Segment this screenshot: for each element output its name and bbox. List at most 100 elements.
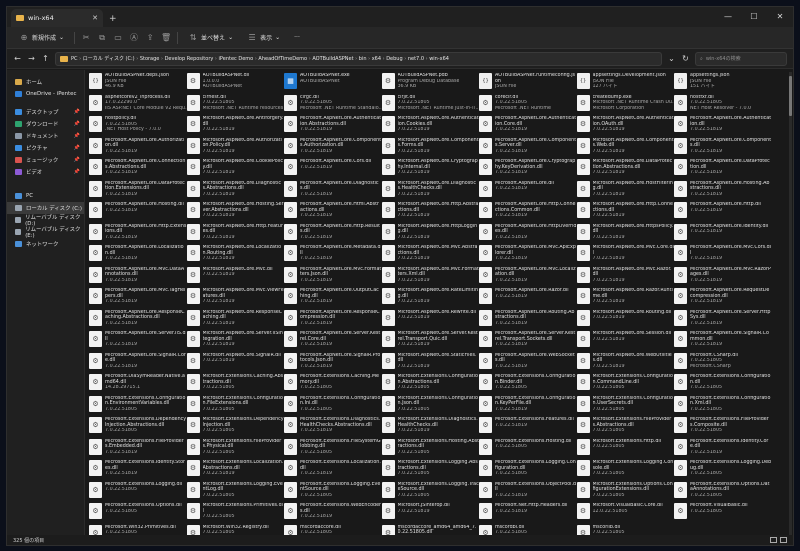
- file-item[interactable]: ⚙ Microsoft.Extensions.FileProviders.Phys…: [186, 438, 285, 460]
- file-item[interactable]: ⚙ Microsoft.Extensions.Configuration.File…: [186, 395, 285, 417]
- file-item[interactable]: ⚙ Microsoft.Extensions.Configuration.Envi…: [89, 395, 187, 417]
- file-item[interactable]: ⚙ Microsoft.AspNetCore.Mvc.Formatters.Jso…: [284, 266, 382, 288]
- file-item[interactable]: ⚙ Microsoft.AspNetCore.Authentication.Abs…: [284, 115, 382, 137]
- tab-win-x64[interactable]: win-x64 ✕: [11, 9, 103, 27]
- file-item[interactable]: ⚙ Microsoft.Extensions.ObjectPool.dll 7.0.…: [479, 481, 577, 503]
- file-item[interactable]: ⚙ Microsoft.Extensions.Configuration.Json…: [381, 395, 480, 417]
- breadcrumb-item[interactable]: iPentec Demo: [219, 56, 254, 62]
- file-item[interactable]: ⚙ Microsoft.AspNetCore.DataProtection.Ext…: [89, 180, 187, 202]
- file-item[interactable]: ⚙ Microsoft.Extensions.Features.dll 7.0.22…: [479, 416, 577, 438]
- file-item[interactable]: ⚙ hostpolicy.dll 7.0.22.51805 .NET Host Pol…: [89, 115, 187, 137]
- file-item[interactable]: ⚙ Microsoft.AspNetCore.Components.Server.…: [479, 137, 577, 159]
- file-item[interactable]: ⚙ Microsoft.DiaSymReader.Native.amd64.dll…: [89, 373, 187, 395]
- pin-icon[interactable]: 📌: [74, 145, 80, 151]
- file-item[interactable]: ⚙ Microsoft.AspNetCore.Components.Forms.d…: [381, 137, 480, 159]
- file-item[interactable]: ⚙ Microsoft.AspNetCore.Mvc.ApiExplorer.dl…: [479, 244, 577, 266]
- file-item[interactable]: ⚙ Microsoft.AspNetCore.Session.dll 7.0.22.…: [576, 330, 675, 352]
- file-item[interactable]: ⚙ clrgc.dll 7.0.22.51805 Microsoft .NET Run…: [284, 94, 382, 116]
- file-item[interactable]: ⚙ Microsoft.AspNetCore.Components.Web.dll…: [576, 137, 675, 159]
- file-item[interactable]: ⚙ Microsoft.Extensions.Logging.Console.dl…: [576, 459, 675, 481]
- file-item[interactable]: ⚙ Microsoft.Extensions.FileProviders.Abst…: [576, 416, 675, 438]
- file-item[interactable]: ⚙ Microsoft.Net.Http.Headers.dll 7.0.22.51…: [479, 502, 577, 524]
- file-item[interactable]: ⚙ Microsoft.Extensions.WebEncoders.dll 7.0…: [284, 502, 382, 524]
- scrollbar-thumb[interactable]: [789, 76, 792, 116]
- nav-item-documents[interactable]: ドキュメント 📌: [7, 130, 84, 142]
- file-item[interactable]: ⚙ createdump.exe Microsoft .NET Runtime Cr…: [576, 94, 674, 116]
- nav-item-network[interactable]: ネットワーク: [7, 238, 84, 250]
- file-item[interactable]: {} appsettings.Development.json JSON File 1…: [576, 72, 675, 94]
- breadcrumb-item[interactable]: Storage: [140, 56, 160, 62]
- file-item[interactable]: ⚙ Microsoft.AspNetCore.Cryptography.KeyDe…: [479, 158, 577, 180]
- file-item[interactable]: ⚙ Microsoft.AspNetCore.HttpOverrides.dll 7…: [479, 223, 577, 245]
- rename-icon[interactable]: Ⓐ: [129, 33, 139, 43]
- more-options-button[interactable]: ···: [290, 32, 304, 43]
- file-item[interactable]: ⚙ Microsoft.AspNetCore.HostFiltering.dll 7…: [576, 180, 675, 202]
- breadcrumb-item[interactable]: ローカル ディスク (C:): [83, 56, 135, 62]
- file-item[interactable]: ⚙ Microsoft.Extensions.Logging.TraceSourc…: [381, 481, 480, 503]
- file-item[interactable]: ⚙ Microsoft.Extensions.Localization.dll 7.…: [284, 459, 382, 481]
- file-item[interactable]: ⚙ Microsoft.CSharp.dll 7.0.22.51805 Microso…: [674, 352, 772, 374]
- file-item[interactable]: ⚙ Microsoft.Extensions.Configuration.Comm…: [576, 373, 675, 395]
- file-item[interactable]: ⚙ mscordbi.dll 7.0.22.51805: [479, 524, 577, 535]
- breadcrumb-item[interactable]: win-x64: [429, 56, 449, 62]
- file-item[interactable]: ⚙ Microsoft.Extensions.Http.dll 7.0.22.518…: [576, 438, 675, 460]
- file-item[interactable]: ⚙ Microsoft.AspNetCore.Routing.Abstractio…: [479, 309, 577, 331]
- file-item[interactable]: ⚙ Microsoft.AspNetCore.Server.Kestrel.Tra…: [479, 330, 577, 352]
- file-item[interactable]: ⚙ Microsoft.AspNetCore.DataProtection.dll…: [674, 158, 772, 180]
- delete-icon[interactable]: 🗑: [161, 33, 171, 43]
- nav-item-videos[interactable]: ビデオ 📌: [7, 166, 84, 178]
- breadcrumb-item[interactable]: Develop Repository: [165, 56, 214, 62]
- file-item[interactable]: ⚙ Microsoft.AspNetCore.Server.IISIntegrat…: [186, 330, 285, 352]
- pin-icon[interactable]: 📌: [74, 109, 80, 115]
- file-item[interactable]: ⚙ Microsoft.VisualBasic.dll 7.0.22.51805: [674, 502, 772, 524]
- file-item[interactable]: ⚙ Microsoft.AspNetCore.Http.Connections.C…: [479, 201, 577, 223]
- close-window-button[interactable]: ✕: [767, 7, 793, 25]
- file-item[interactable]: ⚙ Microsoft.AspNetCore.Cors.dll 7.0.22.518…: [284, 158, 382, 180]
- breadcrumb-item[interactable]: Debug: [386, 56, 402, 62]
- file-item[interactable]: ⚙ Microsoft.Extensions.Logging.dll 7.0.22.…: [89, 481, 187, 503]
- nav-item-onedrive[interactable]: OneDrive - iPentec: [7, 88, 84, 100]
- file-item[interactable]: ⚙ Microsoft.Extensions.Configuration.dll 7…: [674, 373, 772, 395]
- file-item[interactable]: ⚙ Microsoft.AspNetCore.Authorization.Poli…: [186, 137, 285, 159]
- file-item[interactable]: ⚙ clrjit.dll 7.0.22.51805 Microsoft .NET Ru…: [381, 94, 479, 116]
- file-item[interactable]: {} AOTBuildASPNet.deps.json JSON File 46.9 …: [89, 72, 187, 94]
- nav-item-downloads[interactable]: ダウンロード 📌: [7, 118, 84, 130]
- file-item[interactable]: ⚙ mscordaccore_amd64_amd64_7.0.22.51805.d…: [381, 524, 480, 535]
- file-item[interactable]: ⚙ Microsoft.AspNetCore.Mvc.ViewFeatures.d…: [186, 287, 285, 309]
- copy-icon[interactable]: ⧉: [97, 33, 107, 43]
- file-item[interactable]: ⚙ Microsoft.Extensions.FileProviders.Comp…: [674, 416, 772, 438]
- file-item[interactable]: ⚙ Microsoft.Extensions.Hosting.Abstractio…: [381, 438, 479, 460]
- nav-item-removable-e[interactable]: リムーバブル ディスク (E:): [7, 226, 84, 239]
- file-item[interactable]: ⚙ Microsoft.AspNetCore.Mvc.Localization.d…: [479, 266, 577, 288]
- chevron-down-icon[interactable]: ⌄: [667, 54, 676, 63]
- breadcrumb-item[interactable]: net7.0: [408, 56, 424, 62]
- file-item[interactable]: ⚙ Microsoft.AspNetCore.Http.Results.dll 7.…: [284, 223, 382, 245]
- file-item[interactable]: ⚙ Microsoft.AspNetCore.CookiePolicy.dll 7.…: [186, 158, 285, 180]
- breadcrumb-item[interactable]: AOTBuildASPNet: [312, 56, 353, 62]
- file-item[interactable]: ⚙ hostfxr.dll 7.0.22.51805 NET Host Resolve…: [674, 94, 772, 116]
- file-item[interactable]: ⚙ Microsoft.AspNetCore.DataProtection.Abs…: [576, 158, 675, 180]
- pin-icon[interactable]: 📌: [74, 157, 80, 163]
- file-item[interactable]: ⚙ Microsoft.Extensions.Caching.Abstractio…: [186, 373, 285, 395]
- file-item[interactable]: ⚙ Microsoft.AspNetCore.Razor.Runtime.dll 7…: [576, 287, 675, 309]
- file-item[interactable]: ⚙ Microsoft.AspNetCore.Server.Kestrel.Tra…: [381, 330, 480, 352]
- file-item[interactable]: ⚙ Microsoft.AspNetCore.SignalR.Common.dll…: [674, 330, 772, 352]
- sort-button[interactable]: ⇅ 並べ替え ⌄: [184, 31, 237, 45]
- pin-icon[interactable]: 📌: [74, 133, 80, 139]
- file-item[interactable]: ⚙ Microsoft.Win32.Primitives.dll 7.0.22.51…: [89, 524, 187, 535]
- file-item[interactable]: ⚙ Microsoft.AspNetCore.ResponseCaching.Ab…: [89, 309, 187, 331]
- file-item[interactable]: ⚙ Microsoft.AspNetCore.Routing.dll 7.0.22.…: [576, 309, 675, 331]
- nav-item-pictures[interactable]: ピクチャ 📌: [7, 142, 84, 154]
- file-item[interactable]: ⚙ Microsoft.AspNetCore.Localization.dll 7.…: [89, 244, 187, 266]
- file-item[interactable]: ⚙ Microsoft.AspNetCore.Metadata.dll 7.0.22…: [284, 244, 382, 266]
- file-item[interactable]: ⚙ Microsoft.Extensions.DependencyInjectio…: [89, 416, 187, 438]
- file-item[interactable]: ⚙ coreclr.dll 7.0.22.51805 Microsoft .NET R…: [479, 94, 577, 116]
- file-item[interactable]: ⚙ Microsoft.Extensions.Options.DataAnnota…: [674, 481, 772, 503]
- file-item[interactable]: ⚙ Microsoft.AspNetCore.Http.Connections.d…: [576, 201, 675, 223]
- file-item[interactable]: ▦ AOTBuildASPNet.exe AOTBuildASPNet: [284, 72, 382, 94]
- file-item[interactable]: ⚙ Microsoft.Extensions.Diagnostics.Health…: [381, 416, 480, 438]
- file-item[interactable]: ⚙ Microsoft.Extensions.Primitives.dll 7.0.…: [186, 502, 285, 524]
- file-item[interactable]: ⚙ Microsoft.Extensions.Configuration.Abst…: [381, 373, 480, 395]
- file-item[interactable]: {} AOTBuildASPNet.runtimeconfig.json JSON …: [479, 72, 577, 94]
- file-item[interactable]: ⚙ Microsoft.AspNetCore.Mvc.Razor.dll 7.0.2…: [576, 266, 675, 288]
